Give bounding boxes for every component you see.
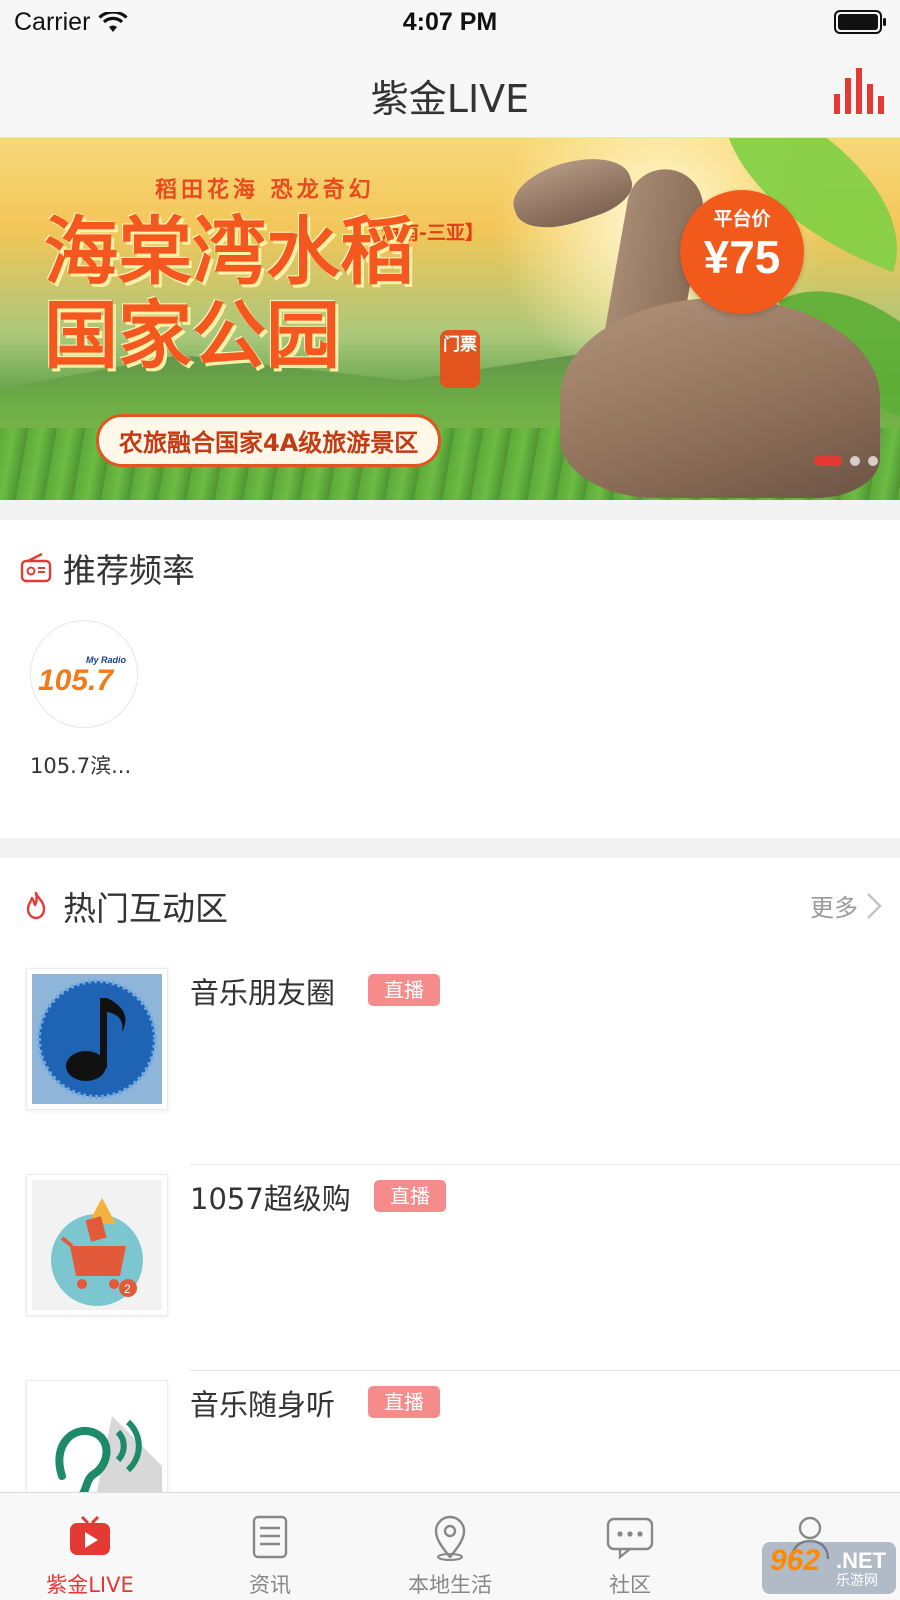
hot-list-item[interactable]: 音乐朋友圈 直播 — [0, 968, 900, 1174]
hot-item-title: 音乐朋友圈 — [190, 976, 336, 1010]
radio-icon — [20, 552, 52, 583]
battery-icon — [834, 10, 886, 34]
more-link[interactable]: 更多 — [810, 888, 882, 923]
tab-label: 社区 — [609, 1573, 651, 1597]
tab-label: 资讯 — [249, 1573, 291, 1597]
tab-zijin-live[interactable]: 紫金LIVE — [0, 1493, 180, 1600]
frequency-item[interactable]: My Radio 105.7 105.7滨... — [30, 620, 146, 780]
live-badge: 直播 — [374, 1180, 446, 1212]
page-title: 紫金LIVE — [370, 77, 530, 121]
recommended-title: 推荐频率 — [63, 551, 195, 590]
shopping-cart-icon: 2 — [51, 1198, 143, 1306]
live-badge: 直播 — [368, 974, 440, 1006]
music-note-icon — [37, 979, 157, 1099]
hot-item-thumbnail — [26, 968, 168, 1110]
watermark-sub: 乐游网 — [836, 1573, 878, 1589]
status-bar: Carrier 4:07 PM — [0, 0, 900, 44]
tab-label: 紫金LIVE — [46, 1573, 134, 1597]
recommended-header: 推荐频率 — [0, 540, 900, 600]
banner-subtitle: 稻田花海 恐龙奇幻 — [155, 178, 375, 203]
price-label: 平台价 — [713, 208, 771, 230]
carousel-dots[interactable] — [814, 456, 878, 466]
chevron-right-icon — [867, 892, 882, 919]
banner-title-line1: 海棠湾水稻 — [44, 209, 414, 295]
radio-1057-logo-icon: My Radio 105.7 — [38, 655, 127, 694]
live-badge: 直播 — [368, 1386, 440, 1418]
promo-banner[interactable]: 稻田花海 恐龙奇幻 【海南-三亚】 海棠湾水稻 国家公园 门票 农旅融合国家4A… — [0, 138, 900, 500]
hot-list-item[interactable]: 2 1057超级购 直播 — [0, 1174, 900, 1380]
tv-icon — [70, 1515, 110, 1555]
carousel-dot[interactable] — [850, 456, 860, 466]
location-pin-icon — [434, 1515, 466, 1561]
row-divider — [190, 1164, 900, 1165]
frequency-name: 105.7滨... — [30, 754, 132, 778]
price-bubble: 平台价 ¥75 — [680, 190, 804, 314]
carousel-dot[interactable] — [814, 456, 842, 466]
watermark-logo: 962 .NET 乐游网 — [762, 1542, 896, 1594]
nav-bar: 紫金LIVE — [0, 44, 900, 138]
carousel-dot[interactable] — [868, 456, 878, 466]
hot-item-title: 1057超级购 — [190, 1182, 351, 1216]
flame-icon — [26, 891, 46, 920]
music-note-thumb — [32, 974, 162, 1104]
banner-ticket-tag: 门票 — [440, 330, 480, 388]
hot-header: 热门互动区 更多 — [0, 878, 900, 938]
chat-bubble-icon — [606, 1517, 654, 1560]
status-time: 4:07 PM — [402, 8, 498, 36]
tab-news[interactable]: 资讯 — [180, 1493, 360, 1600]
news-list-icon — [252, 1515, 288, 1559]
tab-local-life[interactable]: 本地生活 — [360, 1493, 540, 1600]
svg-text:2: 2 — [124, 1282, 131, 1296]
audio-bars-icon[interactable] — [832, 68, 888, 114]
section-gap — [0, 500, 900, 520]
section-gap — [0, 838, 900, 858]
hot-item-thumbnail: 2 — [26, 1174, 168, 1316]
tab-label: 本地生活 — [408, 1573, 492, 1597]
tab-community[interactable]: 社区 — [540, 1493, 720, 1600]
banner-tagline: 农旅融合国家4A级旅游景区 — [96, 414, 442, 467]
frequency-logo: My Radio 105.7 — [30, 620, 138, 728]
logo-number-text: 105.7 — [38, 664, 114, 694]
hot-item-title: 音乐随身听 — [190, 1388, 336, 1422]
watermark-number: 962 — [770, 1544, 821, 1577]
row-divider — [190, 1370, 900, 1371]
more-label: 更多 — [810, 894, 858, 922]
price-value: ¥75 — [703, 231, 781, 283]
shopping-cart-thumb: 2 — [32, 1180, 162, 1310]
hot-title: 热门互动区 — [63, 889, 228, 928]
dinosaur-body — [560, 298, 880, 498]
